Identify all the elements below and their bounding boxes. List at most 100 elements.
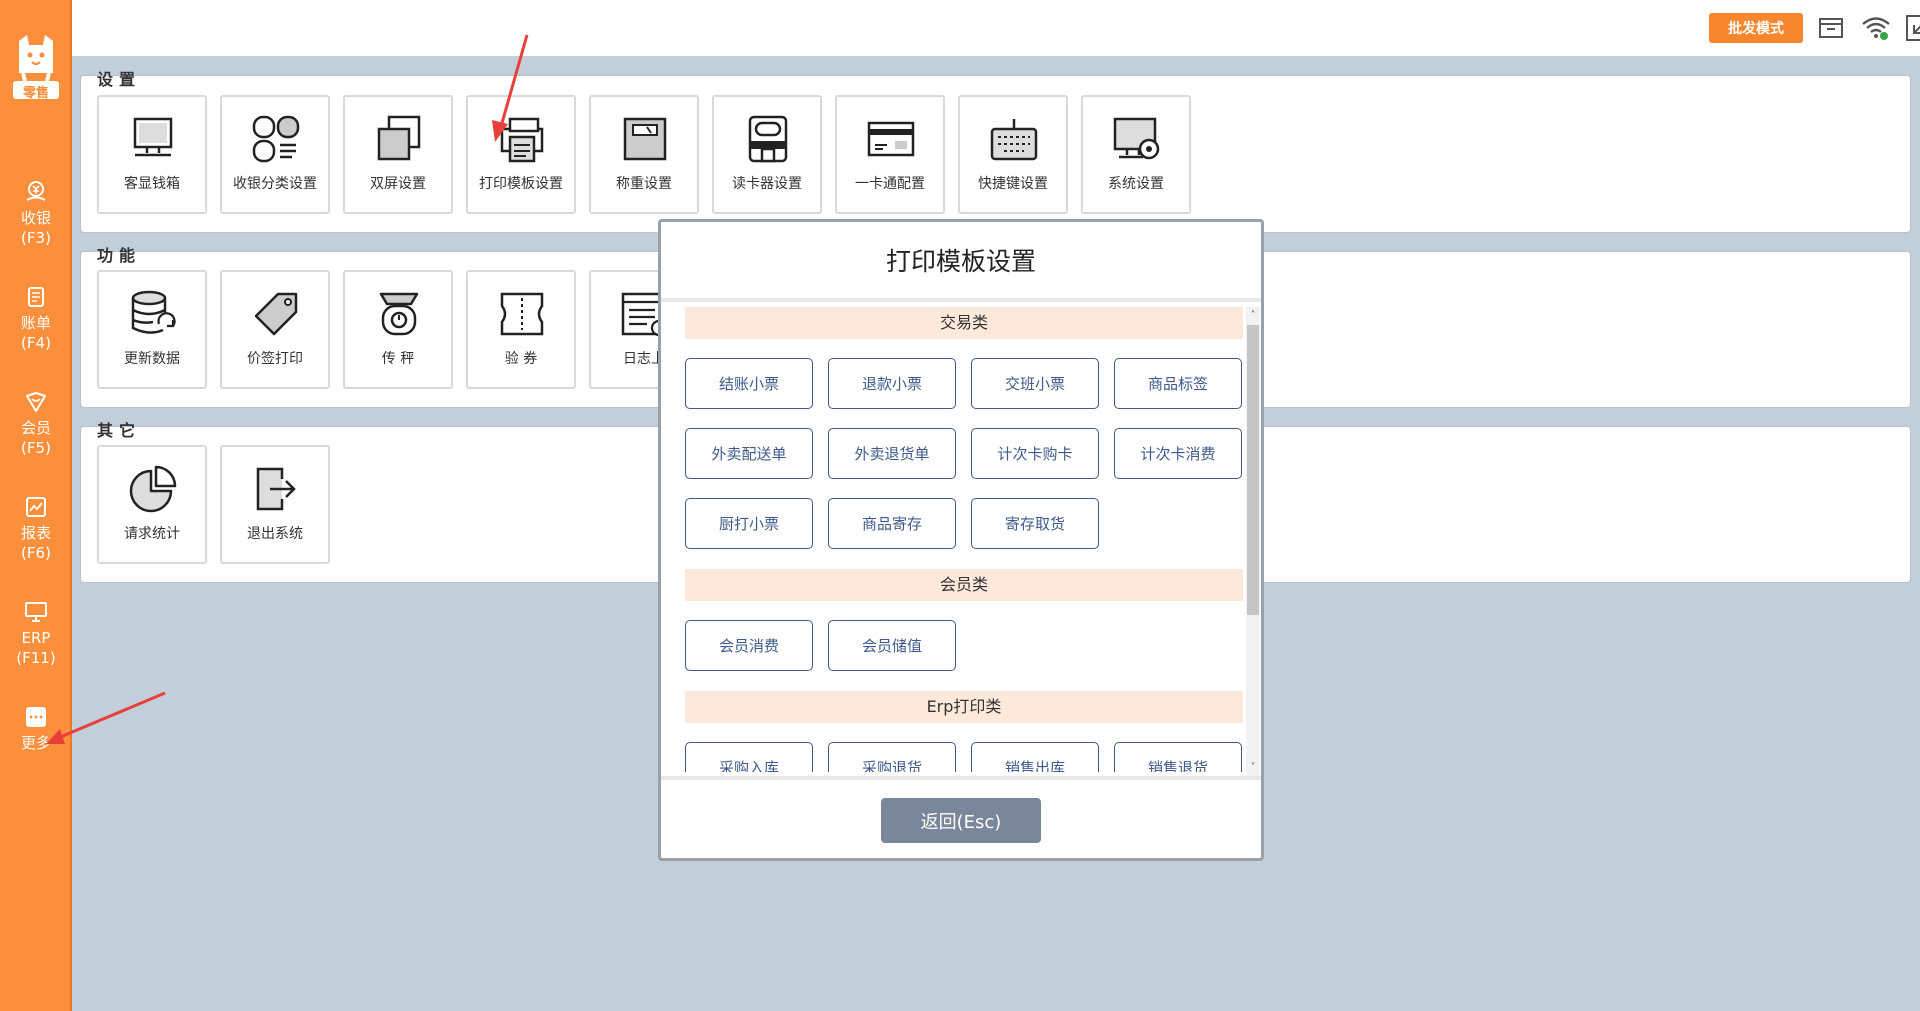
sidebar-item-label: ERP — [21, 629, 51, 647]
more-icon — [26, 707, 46, 727]
tile-shortcut-settings[interactable]: 快捷键设置 — [958, 95, 1068, 214]
dialog-scrollbar[interactable]: ˄ ˅ — [1246, 307, 1260, 777]
sidebar-item-more[interactable]: 更多 — [0, 705, 72, 753]
tile-one-card-config[interactable]: 一卡通配置 — [835, 95, 945, 214]
member-icon — [26, 392, 46, 412]
template-button[interactable]: 退款小票 — [828, 358, 956, 409]
tile-label: 验 券 — [504, 351, 538, 367]
template-button[interactable]: 采购退货 — [828, 742, 956, 772]
tile-label: 双屏设置 — [370, 176, 426, 192]
tile-customer-display-cashbox[interactable]: 客显钱箱 — [97, 95, 207, 214]
sidebar-item-key: (F6) — [21, 544, 51, 562]
sidebar: 零售 收银 (F3) 账单 (F4) 会员 (F5) 报表 (F6) ERP (… — [0, 0, 72, 1011]
tile-print-template-settings[interactable]: 打印模板设置 — [466, 95, 576, 214]
sidebar-item-key: (F11) — [16, 649, 56, 667]
tile-system-settings[interactable]: 系统设置 — [1081, 95, 1191, 214]
tile-update-data[interactable]: 更新数据 — [97, 270, 207, 389]
sidebar-item-bills[interactable]: 账单 (F4) — [0, 285, 72, 353]
divider — [661, 298, 1261, 302]
sidebar-item-key: (F3) — [21, 229, 51, 247]
scroll-down-icon[interactable]: ˅ — [1246, 761, 1260, 775]
monitor-icon — [133, 117, 173, 157]
template-button[interactable]: 交班小票 — [971, 358, 1099, 409]
tile-label: 收银分类设置 — [233, 176, 317, 192]
keyboard-icon — [990, 119, 1038, 161]
tile-label: 传 秤 — [381, 351, 415, 367]
sidebar-item-label: 更多 — [20, 734, 51, 752]
sidebar-item-key: (F5) — [21, 439, 51, 457]
sidebar-item-reports[interactable]: 报表 (F6) — [0, 495, 72, 563]
tile-card-reader-settings[interactable]: 读卡器设置 — [712, 95, 822, 214]
template-button[interactable]: 商品标签 — [1114, 358, 1242, 409]
tile-weighing-settings[interactable]: 称重设置 — [589, 95, 699, 214]
tile-label: 读卡器设置 — [732, 176, 802, 192]
tile-dual-screen-settings[interactable]: 双屏设置 — [343, 95, 453, 214]
wholesale-mode-button[interactable]: 批发模式 — [1709, 13, 1803, 43]
category-grid-icon — [252, 115, 300, 163]
category-header-member: 会员类 — [685, 569, 1243, 601]
scroll-up-icon[interactable]: ˄ — [1246, 309, 1260, 323]
template-button[interactable]: 计次卡购卡 — [971, 428, 1099, 479]
tile-label: 价签打印 — [247, 351, 303, 367]
cashier-icon — [26, 181, 46, 201]
template-button[interactable]: 寄存取货 — [971, 498, 1099, 549]
card-icon — [867, 121, 915, 157]
report-icon — [26, 497, 46, 517]
tile-cashier-category-settings[interactable]: 收银分类设置 — [220, 95, 330, 214]
print-template-dialog: 打印模板设置 交易类 结账小票 退款小票 交班小票 商品标签 外卖配送单 外卖退… — [658, 219, 1264, 861]
template-button[interactable]: 会员消费 — [685, 620, 813, 671]
tile-request-statistics[interactable]: 请求统计 — [97, 445, 207, 564]
tile-label: 更新数据 — [124, 351, 180, 367]
tile-label: 请求统计 — [124, 526, 180, 542]
tile-label: 快捷键设置 — [978, 176, 1048, 192]
dialog-body: 交易类 结账小票 退款小票 交班小票 商品标签 外卖配送单 外卖退货单 计次卡购… — [685, 307, 1245, 772]
divider — [661, 776, 1261, 780]
sidebar-item-members[interactable]: 会员 (F5) — [0, 390, 72, 458]
template-button[interactable]: 厨打小票 — [685, 498, 813, 549]
sidebar-item-label: 账单 — [20, 314, 51, 332]
scroll-thumb[interactable] — [1247, 325, 1259, 615]
sidebar-item-label: 报表 — [20, 524, 51, 542]
tile-label: 称重设置 — [616, 176, 672, 192]
template-button[interactable]: 会员储值 — [828, 620, 956, 671]
template-button[interactable]: 销售出库 — [971, 742, 1099, 772]
minimize-window-icon[interactable] — [1905, 14, 1920, 42]
back-button[interactable]: 返回(Esc) — [881, 798, 1041, 843]
sidebar-item-key: (F4) — [21, 334, 51, 352]
wifi-icon[interactable] — [1861, 14, 1890, 42]
sidebar-item-label: 会员 — [20, 419, 51, 437]
template-button[interactable]: 采购入库 — [685, 742, 813, 772]
scale-icon — [623, 117, 667, 161]
logo-text: 零售 — [22, 86, 49, 101]
template-button[interactable]: 商品寄存 — [828, 498, 956, 549]
dual-screen-icon — [377, 115, 421, 161]
cash-drawer-icon[interactable] — [1817, 14, 1845, 42]
price-tag-icon — [254, 292, 298, 336]
pie-chart-icon — [129, 465, 177, 513]
monitor-icon — [25, 602, 47, 622]
tile-price-tag-print[interactable]: 价签打印 — [220, 270, 330, 389]
template-button[interactable]: 结账小票 — [685, 358, 813, 409]
sidebar-item-erp[interactable]: ERP (F11) — [0, 600, 72, 668]
tile-label: 打印模板设置 — [479, 176, 563, 192]
settings-section-title: 设置 — [97, 70, 142, 89]
template-button[interactable]: 销售退货 — [1114, 742, 1242, 772]
tile-verify-coupon[interactable]: 验 券 — [466, 270, 576, 389]
tile-label: 一卡通配置 — [855, 176, 925, 192]
template-button[interactable]: 外卖退货单 — [828, 428, 956, 479]
weighing-scale-icon — [379, 292, 419, 336]
template-button[interactable]: 外卖配送单 — [685, 428, 813, 479]
functions-section-title: 功能 — [97, 246, 142, 265]
bill-icon — [28, 287, 44, 307]
ticket-icon — [500, 292, 544, 336]
tile-exit-system[interactable]: 退出系统 — [220, 445, 330, 564]
arrow-to-more — [57, 691, 166, 740]
exit-icon — [256, 467, 296, 511]
sidebar-item-cashier[interactable]: 收银 (F3) — [0, 180, 72, 248]
template-button[interactable]: 计次卡消费 — [1114, 428, 1242, 479]
tile-transfer-scale[interactable]: 传 秤 — [343, 270, 453, 389]
tile-label: 系统设置 — [1108, 176, 1164, 192]
tile-label: 退出系统 — [247, 526, 303, 542]
top-bar: 批发模式 — [72, 0, 1920, 56]
category-header-trade: 交易类 — [685, 307, 1243, 339]
